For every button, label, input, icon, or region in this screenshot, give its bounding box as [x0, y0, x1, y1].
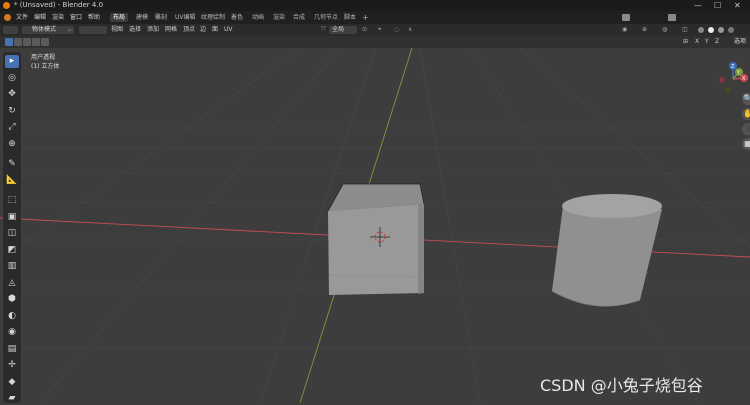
toolbar: ▸ ◎ ✥ ↻ ⤢ ⊕ ✎ 📐 ⬚ ▣ ◫ ◩ ▥ ◬ ⬢ ◐ ◉ ▤ ✢ ◆ ▰ [3, 52, 21, 403]
gizmo-x-label: X [742, 76, 746, 82]
pan-hand-icon[interactable]: ✋ [742, 108, 750, 120]
visibility-icon[interactable]: ◉ [622, 24, 627, 36]
mirror-axis-y[interactable]: Y [705, 36, 709, 48]
menu-edge[interactable]: 边 [200, 24, 206, 36]
menu-select[interactable]: 选择 [129, 24, 141, 36]
shading-wireframe-icon[interactable] [698, 27, 704, 33]
options-dropdown[interactable]: 选项 [734, 36, 746, 48]
tab-rendering[interactable]: 渲染 [270, 13, 288, 22]
menu-file[interactable]: 文件 [16, 11, 28, 24]
tool-add-cube-icon[interactable]: ⬚ [5, 194, 19, 207]
tool-extrude-icon[interactable]: ▣ [5, 211, 19, 224]
tab-modeling[interactable]: 建模 [133, 13, 151, 22]
snap-icon[interactable]: ⌖ [378, 24, 381, 36]
menu-add[interactable]: 添加 [147, 24, 159, 36]
tool-rotate-icon[interactable]: ↻ [5, 105, 19, 118]
menu-uv[interactable]: UV [224, 24, 233, 36]
tab-texture-paint[interactable]: 纹理绘制 [198, 13, 228, 22]
tab-uv-editing[interactable]: UV编辑 [172, 13, 199, 22]
watermark-text: CSDN @小兔子烧包谷 [540, 376, 703, 395]
camera-view-icon[interactable]: 🎥 [742, 123, 750, 135]
tab-animation[interactable]: 动画 [249, 13, 267, 22]
window-title: * (Unsaved) - Blender 4.0 [14, 1, 104, 9]
tab-sculpting[interactable]: 雕刻 [152, 13, 170, 22]
tool-transform-icon[interactable]: ⊕ [5, 138, 19, 151]
menu-view[interactable]: 视图 [111, 24, 123, 36]
tool-measure-icon[interactable]: 📐 [5, 174, 19, 187]
menu-render[interactable]: 渲染 [52, 11, 64, 24]
tool-knife-icon[interactable]: ◬ [5, 277, 19, 290]
tool-poly-build-icon[interactable]: ⬢ [5, 293, 19, 306]
tool-inset-icon[interactable]: ◫ [5, 227, 19, 240]
menu-vertex[interactable]: 顶点 [183, 24, 195, 36]
tool-bevel-icon[interactable]: ◩ [5, 244, 19, 257]
tool-shrink-icon[interactable]: ✢ [5, 359, 19, 372]
select-mode-invert-icon[interactable] [32, 38, 40, 46]
top-bar: 文件 编辑 渲染 窗口 帮助 布局 建模 雕刻 UV编辑 纹理绘制 着色 动画 … [0, 11, 750, 24]
tab-shading[interactable]: 着色 [228, 13, 246, 22]
proportional-edit-icon[interactable]: ◌ [394, 24, 399, 36]
shading-solid-icon[interactable] [708, 27, 714, 33]
maximize-button[interactable]: ☐ [714, 0, 721, 11]
close-button[interactable]: ✕ [734, 0, 741, 11]
tool-shear-icon[interactable]: ◆ [5, 376, 19, 389]
viewport-header: 物体模式 ⌄ 视图 选择 添加 网格 顶点 边 面 UV ⤧ 全局 ⊙ ⌖ ◌ … [0, 24, 750, 36]
mode-label: 物体模式 [32, 26, 57, 33]
tool-settings-row: ⊞ X Y Z 选项 [0, 36, 750, 48]
shading-material-icon[interactable] [718, 27, 724, 33]
mirror-axis-x[interactable]: X [695, 36, 699, 48]
shading-rendered-icon[interactable] [728, 27, 734, 33]
tool-cursor-icon[interactable]: ◎ [5, 72, 19, 85]
tool-annotate-icon[interactable]: ✎ [5, 158, 19, 171]
select-mode-new-icon[interactable] [5, 38, 13, 46]
snap-axis-icon: ⊞ [683, 38, 689, 45]
select-mode-buttons[interactable] [79, 26, 107, 34]
transform-orientation-label: 全局 [332, 26, 345, 33]
pivot-icon[interactable]: ⊙ [362, 24, 367, 36]
tool-spin-icon[interactable]: ◐ [5, 310, 19, 323]
view-layer-icon[interactable] [668, 14, 676, 21]
mirror-axis-z[interactable]: Z [715, 36, 719, 48]
tool-rip-icon[interactable]: ▰ [5, 392, 19, 405]
zoom-icon[interactable]: 🔍 [742, 93, 750, 105]
blender-logo-icon [3, 2, 10, 9]
tool-loop-cut-icon[interactable]: ▥ [5, 260, 19, 273]
blender-menu-icon[interactable] [4, 14, 11, 21]
tool-smooth-icon[interactable]: ◉ [5, 326, 19, 339]
overlay-toggle-icon[interactable]: ◍ [662, 24, 667, 36]
view-name-label: 用户透视 [31, 54, 56, 61]
navigation-gizmo[interactable]: X Z Y [716, 62, 750, 96]
gizmo-z-label: Z [731, 64, 735, 70]
tab-compositing[interactable]: 合成 [290, 13, 308, 22]
viewport-3d[interactable] [0, 48, 750, 403]
chevron-down-icon: ⌄ [67, 26, 73, 33]
cylinder-object[interactable] [551, 194, 662, 307]
tool-edge-slide-icon[interactable]: ▤ [5, 343, 19, 356]
tab-scripting[interactable]: 脚本 [341, 13, 359, 22]
ortho-toggle-icon[interactable]: ▦ [742, 138, 750, 150]
tool-move-icon[interactable]: ✥ [5, 88, 19, 101]
menu-help[interactable]: 帮助 [88, 11, 100, 24]
scene-icon[interactable] [622, 14, 630, 21]
menu-mesh[interactable]: 网格 [165, 24, 177, 36]
tool-scale-icon[interactable]: ⤢ [5, 121, 19, 134]
xray-toggle-icon[interactable]: ◫ [682, 24, 688, 36]
menu-window[interactable]: 窗口 [70, 11, 82, 24]
gizmo-toggle-icon[interactable]: ⊕ [642, 24, 647, 36]
tab-layout[interactable]: 布局 [110, 13, 129, 22]
select-mode-subtract-icon[interactable] [23, 38, 31, 46]
select-mode-intersect-icon[interactable] [41, 38, 49, 46]
editor-type-button[interactable] [3, 26, 18, 34]
menu-edit[interactable]: 编辑 [34, 11, 46, 24]
object-info-label: (1) 立方体 [31, 63, 60, 70]
menu-face[interactable]: 面 [212, 24, 218, 36]
tool-select-box-icon[interactable]: ▸ [5, 55, 19, 68]
falloff-icon[interactable]: ∧ [408, 24, 412, 36]
orientation-icon: ⤧ [321, 26, 326, 33]
tab-geometry-nodes[interactable]: 几何节点 [311, 13, 341, 22]
minimize-button[interactable]: — [694, 0, 702, 11]
add-workspace-button[interactable]: + [362, 11, 369, 24]
select-mode-extend-icon[interactable] [14, 38, 22, 46]
title-bar: * (Unsaved) - Blender 4.0 — ☐ ✕ [0, 0, 750, 11]
